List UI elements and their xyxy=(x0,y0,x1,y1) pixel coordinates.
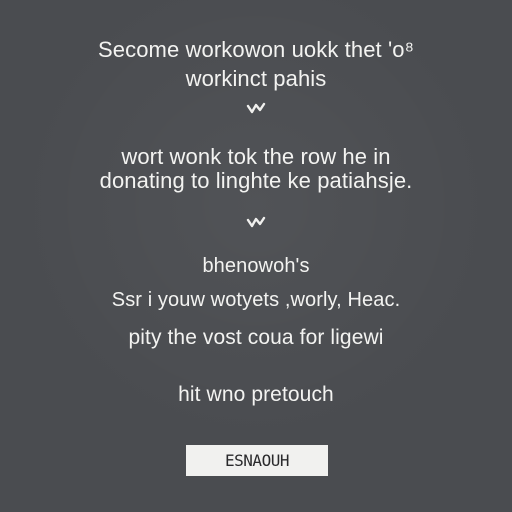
poem-line-6: Ssr i youw wotyets ,worly, Heac. xyxy=(111,289,401,311)
poem-card: Secome workowon uokk thet 'o⁸ workinct p… xyxy=(0,0,512,512)
poem-line-5: bhenowoh's xyxy=(202,255,310,277)
divider-flourish-icon xyxy=(246,102,266,114)
label-stamp: ESNAOUH xyxy=(186,445,328,476)
poem-line-3: wort wonk tok the row he in xyxy=(121,144,391,169)
poem-line-4: donating to linghte ke patiahsje. xyxy=(99,168,413,193)
poem-line-2: workinct pahis xyxy=(185,66,327,91)
poem-line-1: Secome workowon uokk thet 'o⁸ xyxy=(98,37,414,62)
divider-flourish-icon xyxy=(246,216,266,228)
poem-line-7: pity the vost coua for ligewi xyxy=(128,326,384,349)
poem-line-8: hit wno pretouch xyxy=(178,383,334,406)
